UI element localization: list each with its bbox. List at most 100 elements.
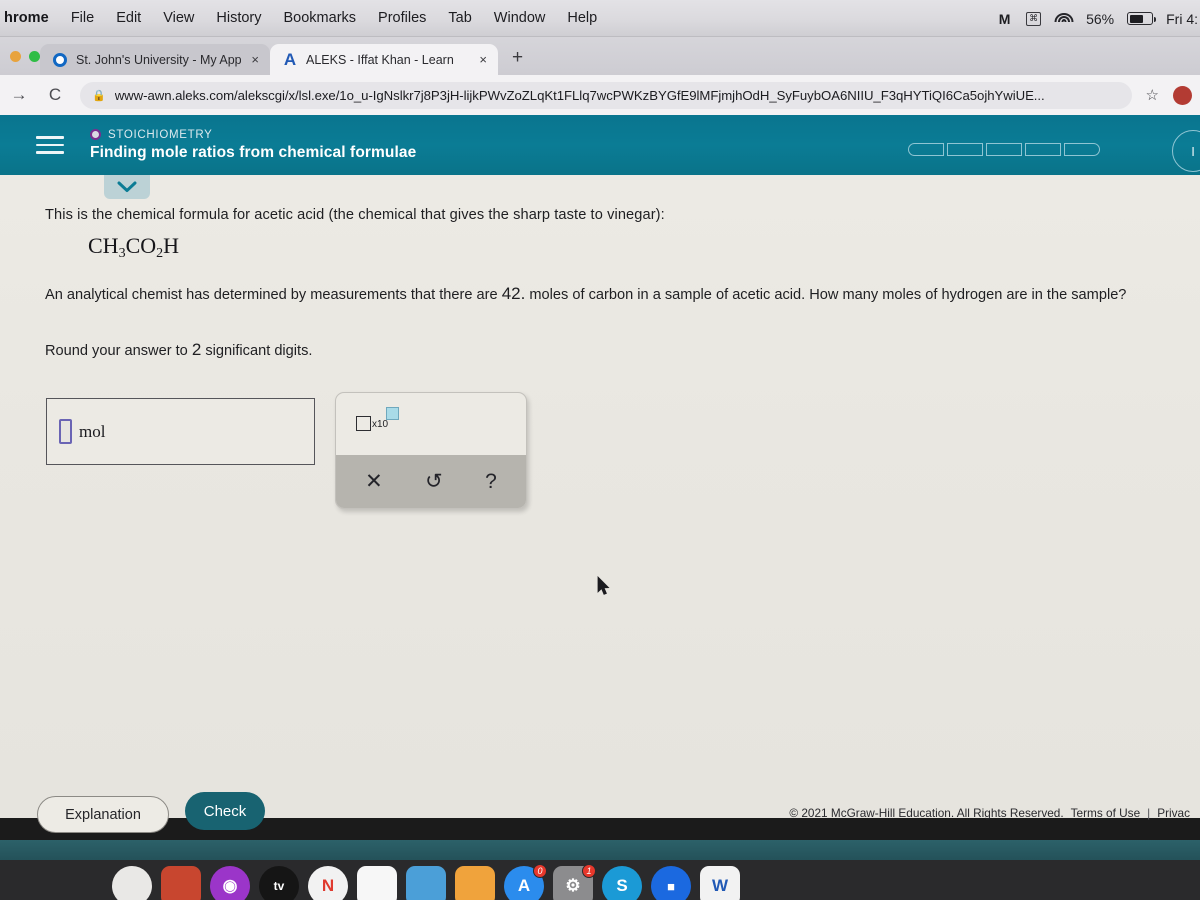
macos-menu-bar: hrome File Edit View History Bookmarks P… — [0, 0, 1200, 37]
close-icon[interactable]: × — [477, 52, 489, 67]
palette-top-row: x10 — [336, 393, 526, 455]
topic-dot-icon — [90, 129, 101, 140]
explanation-button[interactable]: Explanation — [37, 796, 169, 833]
rounding-instruction: Round your answer to 2 significant digit… — [45, 340, 312, 360]
wifi-icon[interactable] — [1054, 12, 1074, 26]
desktop-teal-strip — [0, 840, 1200, 862]
formula-part: CH — [88, 233, 119, 258]
answer-input[interactable]: mol — [46, 398, 315, 465]
dock-icon-skype[interactable]: S — [602, 866, 642, 900]
formula-part: H — [163, 233, 180, 258]
dock-icon-word[interactable]: W — [700, 866, 740, 900]
exponent-box-icon — [386, 407, 400, 420]
progress-segment — [947, 143, 983, 156]
empty-box-icon — [356, 416, 371, 431]
dock-icon-app1[interactable] — [112, 866, 152, 900]
text-cursor-placeholder-icon — [59, 419, 72, 444]
math-input-palette: x10 ✕ ↺ ? — [335, 392, 527, 509]
menu-item-profiles[interactable]: Profiles — [378, 10, 426, 26]
topic-label: STOICHIOMETRY — [108, 128, 213, 141]
battery-percent-label: 56% — [1086, 10, 1115, 27]
profile-circle-icon[interactable]: I — [1172, 130, 1200, 172]
lock-icon: 🔒 — [92, 89, 106, 102]
dock-icon-zoom[interactable]: ■ — [651, 866, 691, 900]
formula-sub: 3 — [118, 246, 126, 261]
address-bar[interactable]: 🔒 www-awn.aleks.com/alekscgi/x/lsl.exe/1… — [80, 81, 1132, 109]
screen: hrome File Edit View History Bookmarks P… — [0, 0, 1200, 900]
macos-dock: ◉ tv N A0 ⚙ 1 S ■ W — [0, 860, 1200, 900]
copyright-text: © 2021 McGraw-Hill Education. All Rights… — [789, 806, 1064, 820]
progress-segment — [1064, 143, 1100, 156]
forward-arrow-icon[interactable]: → — [8, 85, 30, 105]
clock-label[interactable]: Fri 4: — [1166, 11, 1198, 27]
new-tab-button[interactable]: + — [498, 48, 523, 75]
question-page: This is the chemical formula for acetic … — [0, 175, 1200, 818]
sig-digits-value: 2 — [191, 340, 202, 359]
formula-sub: 2 — [156, 246, 164, 261]
palette-button-row: ✕ ↺ ? — [336, 455, 526, 508]
dock-icon-keynote[interactable] — [406, 866, 446, 900]
dock-icon-pages[interactable] — [455, 866, 495, 900]
chemical-formula: CH3CO2H — [88, 233, 180, 261]
dock-icon-appletv[interactable]: tv — [259, 866, 299, 900]
dock-icon-numbers[interactable] — [357, 866, 397, 900]
page-title: Finding mole ratios from chemical formul… — [90, 143, 417, 161]
menu-item-tab[interactable]: Tab — [448, 10, 471, 26]
window-minimize-button[interactable] — [10, 51, 21, 62]
window-traffic-lights — [0, 51, 40, 75]
browser-tab-st-johns[interactable]: St. John's University - My App × — [40, 44, 270, 75]
tab-title: St. John's University - My App — [76, 52, 242, 67]
dock-icon-settings[interactable]: ⚙ 1 — [553, 864, 596, 900]
menu-item-bookmarks[interactable]: Bookmarks — [284, 10, 357, 26]
clear-button[interactable]: ✕ — [365, 471, 383, 492]
browser-tab-aleks[interactable]: A ALEKS - Iffat Khan - Learn × — [270, 44, 498, 75]
star-icon[interactable]: ☆ — [1146, 86, 1159, 104]
question-body: An analytical chemist has determined by … — [45, 279, 1155, 309]
browser-tab-strip: St. John's University - My App × A ALEKS… — [0, 37, 1200, 75]
chevron-down-icon[interactable] — [104, 175, 150, 199]
command-key-icon[interactable]: ⌘ — [1026, 11, 1042, 26]
footer-legal: © 2021 McGraw-Hill Education. All Rights… — [789, 806, 1190, 820]
menu-item-window[interactable]: Window — [494, 10, 546, 26]
dock-icon-podcasts[interactable]: ◉ — [210, 866, 250, 900]
question-intro: This is the chemical formula for acetic … — [45, 207, 665, 223]
url-text: www-awn.aleks.com/alekscgi/x/lsl.exe/1o_… — [114, 87, 1045, 103]
close-icon[interactable]: × — [249, 52, 261, 67]
menu-item-view[interactable]: View — [163, 10, 194, 26]
progress-segment — [908, 143, 944, 156]
dock-icons: ◉ tv N A0 ⚙ 1 S ■ W — [0, 860, 1200, 900]
formula-part: CO — [125, 233, 157, 258]
browser-toolbar: → C 🔒 www-awn.aleks.com/alekscgi/x/lsl.e… — [0, 75, 1200, 115]
carbon-moles-value: 42. — [501, 284, 526, 303]
progress-segment — [986, 143, 1022, 156]
mouse-cursor-icon — [597, 576, 610, 601]
scientific-notation-button[interactable]: x10 — [356, 407, 400, 431]
reload-icon[interactable]: C — [44, 85, 66, 105]
m-logo-icon[interactable]: M — [996, 10, 1013, 27]
dock-icon-photos[interactable] — [161, 866, 201, 900]
menu-item-edit[interactable]: Edit — [116, 10, 141, 26]
undo-button[interactable]: ↺ — [425, 471, 443, 492]
menu-app-name[interactable]: hrome — [4, 10, 49, 26]
window-zoom-button[interactable] — [29, 51, 40, 62]
aleks-header: STOICHIOMETRY Finding mole ratios from c… — [0, 115, 1200, 175]
topic-row: STOICHIOMETRY — [90, 129, 416, 141]
battery-icon[interactable] — [1127, 12, 1157, 25]
badge-count: 0 — [533, 864, 547, 878]
dock-icon-news[interactable]: N — [308, 866, 348, 900]
terms-of-use-link[interactable]: Terms of Use — [1071, 806, 1141, 820]
aleks-a-icon: A — [283, 50, 297, 69]
privacy-link[interactable]: Privac — [1157, 806, 1190, 820]
profile-avatar-icon[interactable] — [1173, 85, 1192, 105]
check-button[interactable]: Check — [185, 792, 265, 830]
menu-item-history[interactable]: History — [216, 10, 261, 26]
answer-unit-label: mol — [79, 421, 106, 441]
hamburger-icon[interactable] — [36, 136, 64, 154]
menu-item-help[interactable]: Help — [567, 10, 597, 26]
menu-items: hrome File Edit View History Bookmarks P… — [0, 10, 597, 26]
footer-separator: | — [1147, 806, 1151, 820]
question-body-after: moles of carbon in a sample of acetic ac… — [525, 287, 1127, 303]
menu-item-file[interactable]: File — [71, 10, 94, 26]
help-button[interactable]: ? — [485, 471, 497, 492]
dock-icon-appstore[interactable]: A0 — [504, 864, 547, 900]
